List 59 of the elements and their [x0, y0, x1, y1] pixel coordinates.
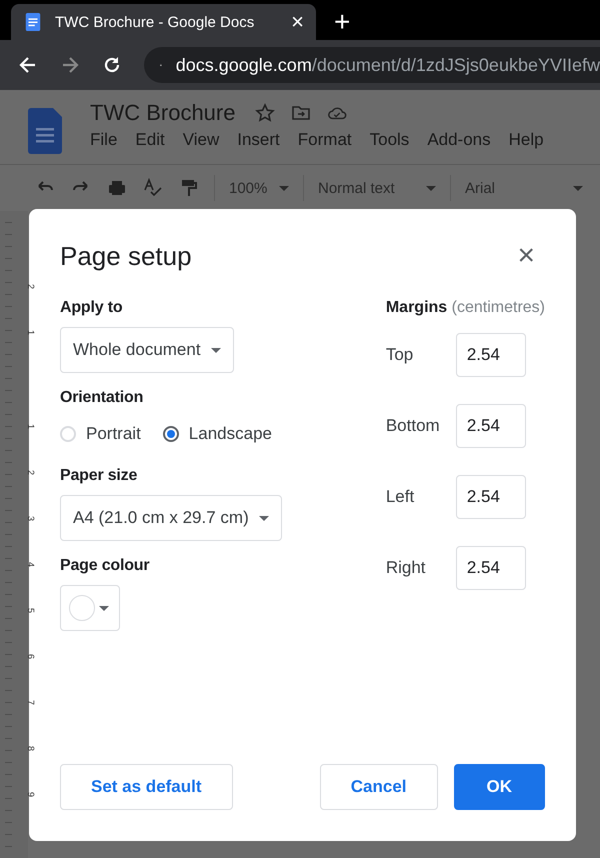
- back-icon[interactable]: [18, 55, 38, 75]
- star-icon[interactable]: [255, 103, 276, 123]
- ruler-label: 1: [25, 424, 37, 432]
- orientation-radio[interactable]: Landscape: [162, 424, 272, 444]
- ruler-label: 5: [25, 608, 37, 616]
- close-tab-button[interactable]: ×: [291, 11, 304, 33]
- forward-icon[interactable]: [60, 55, 80, 75]
- style-dropdown[interactable]: Normal text: [318, 180, 436, 196]
- document-title[interactable]: TWC Brochure: [90, 100, 236, 126]
- section-label: Paper size: [60, 467, 138, 485]
- margins-label: Margins (centimetres): [386, 299, 545, 317]
- menu-item[interactable]: File: [90, 130, 118, 150]
- ruler-label: 3: [25, 516, 37, 524]
- reload-icon[interactable]: [102, 55, 122, 75]
- margin-label: Bottom: [386, 416, 441, 436]
- menu-item[interactable]: Format: [298, 130, 352, 150]
- dialog-title: Page setup: [60, 240, 192, 272]
- zoom-dropdown[interactable]: 100%: [229, 180, 289, 196]
- document-icon: [25, 13, 41, 31]
- ruler-label: 9: [25, 792, 37, 800]
- ruler-label: 2: [25, 470, 37, 478]
- menu-item[interactable]: View: [182, 130, 220, 150]
- section-label: Orientation: [60, 389, 144, 407]
- margin-input[interactable]: 2.54: [456, 475, 526, 519]
- close-button[interactable]: ×: [517, 241, 535, 271]
- margin-input[interactable]: 2.54: [456, 404, 526, 448]
- print-icon[interactable]: [106, 178, 128, 198]
- margin-input[interactable]: 2.54: [456, 333, 526, 377]
- ok-button[interactable]: OK: [454, 764, 545, 810]
- spellcheck-icon[interactable]: [142, 178, 164, 198]
- margin-label: Top: [386, 345, 414, 365]
- ruler-label: 4: [25, 562, 37, 570]
- menu-item[interactable]: Add-ons: [427, 130, 491, 150]
- margin-input[interactable]: 2.54: [456, 546, 526, 590]
- font-dropdown[interactable]: Arial: [465, 180, 583, 196]
- menu-item[interactable]: Help: [508, 130, 544, 150]
- set-as-default-button[interactable]: Set as default: [60, 764, 233, 810]
- folder-icon[interactable]: [291, 103, 312, 123]
- orientation-radio[interactable]: Portrait: [60, 424, 141, 444]
- menu-item[interactable]: Edit: [135, 130, 165, 150]
- tab-title: TWC Brochure - Google Docs: [55, 14, 256, 30]
- ruler-label: 1: [25, 330, 37, 338]
- section-label: Page colour: [60, 557, 150, 575]
- section-label: Apply to: [60, 299, 122, 317]
- margin-label: Right: [386, 558, 427, 578]
- menu-item[interactable]: Tools: [370, 130, 410, 150]
- menu-item[interactable]: Insert: [237, 130, 280, 150]
- new-tab-button[interactable]: +: [334, 8, 350, 36]
- cancel-button[interactable]: Cancel: [320, 764, 438, 810]
- ruler-label: 6: [25, 654, 37, 662]
- apply-to-dropdown[interactable]: Whole document: [60, 327, 234, 373]
- browser-tab[interactable]: TWC Brochure - Google Docs ×: [11, 4, 316, 40]
- ruler-label: 2: [25, 284, 37, 292]
- ruler-label: 8: [25, 746, 37, 754]
- ruler-label: 7: [25, 700, 37, 708]
- document-icon[interactable]: [28, 108, 62, 154]
- margin-label: Left: [386, 487, 416, 507]
- paper-size-dropdown[interactable]: A4 (21.0 cm x 29.7 cm): [60, 495, 282, 541]
- address-bar[interactable]: docs.google.com/document/d/1zdJSjs0eukbeYVIIefw: [144, 47, 600, 83]
